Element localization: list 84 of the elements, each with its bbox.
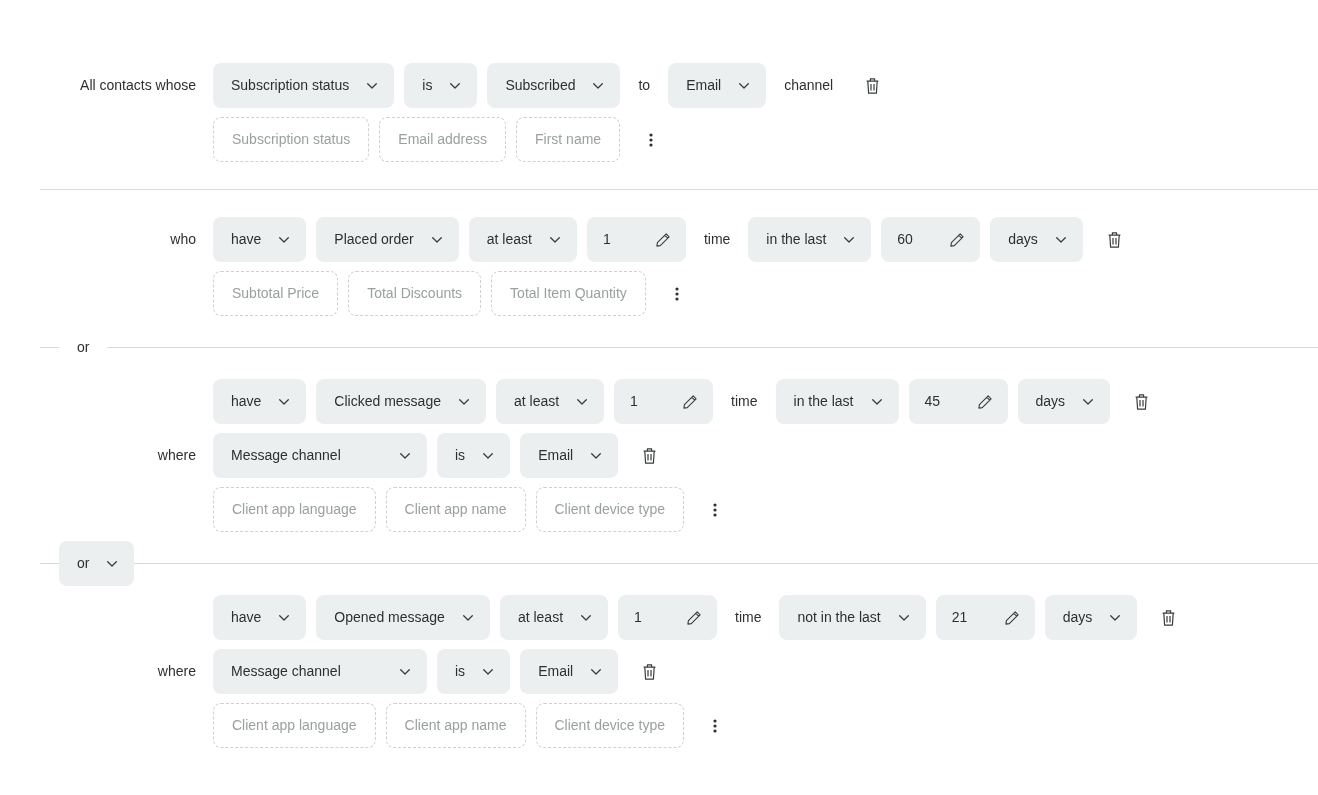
pencil-icon	[977, 394, 992, 409]
dropdown[interactable]: days	[990, 217, 1083, 262]
trash-icon[interactable]	[1135, 393, 1149, 410]
dropdown[interactable]: Email	[520, 433, 619, 478]
dropdown[interactable]: at least	[495, 379, 605, 424]
number-field[interactable]: 60	[881, 217, 981, 262]
chevron-icon	[367, 82, 378, 89]
number-field[interactable]: 45	[908, 379, 1008, 424]
more-icon[interactable]	[713, 718, 717, 733]
chevron-icon	[483, 452, 494, 459]
pencil-icon	[683, 394, 698, 409]
dropdown[interactable]: days	[1044, 595, 1138, 640]
dropdown[interactable]: is	[437, 649, 511, 694]
chevron-icon	[462, 614, 473, 621]
dropdown[interactable]: Message channel	[213, 433, 427, 478]
chevron-icon	[549, 236, 560, 243]
dropdown[interactable]: in the last	[748, 217, 872, 262]
number-field[interactable]: 21	[935, 595, 1035, 640]
dropdown[interactable]: have	[213, 379, 307, 424]
connector-label: or	[76, 338, 91, 357]
dropdown[interactable]: in the last	[775, 379, 899, 424]
condition-text: channel	[783, 76, 835, 95]
chevron-icon	[593, 82, 604, 89]
condition-text: time	[702, 230, 732, 249]
more-icon[interactable]	[674, 286, 679, 301]
condition-text: to	[637, 76, 652, 95]
chevron-icon	[431, 236, 442, 243]
dropdown[interactable]: Subscribed	[487, 63, 621, 108]
chevron-icon	[581, 614, 592, 621]
trash-icon[interactable]	[643, 663, 657, 680]
row-label: All contacts whose	[79, 76, 196, 95]
dropdown[interactable]: days	[1017, 379, 1111, 424]
chevron-icon	[739, 82, 750, 89]
trash-icon[interactable]	[1162, 609, 1176, 626]
trash-icon[interactable]	[1107, 231, 1121, 248]
dropdown[interactable]: not in the last	[779, 595, 926, 640]
connector-dropdown[interactable]: or	[59, 541, 135, 586]
chevron-icon	[458, 398, 469, 405]
pencil-icon	[687, 610, 702, 625]
condition-text: time	[734, 608, 763, 627]
dropdown[interactable]: have	[213, 217, 307, 262]
dropdown[interactable]: at least	[499, 595, 609, 640]
chevron-icon	[483, 668, 494, 675]
chevron-icon	[1055, 236, 1066, 243]
number-field[interactable]: 1	[586, 217, 686, 262]
chevron-icon	[279, 398, 290, 405]
dropdown[interactable]: Email	[520, 649, 619, 694]
condition-text: time	[730, 392, 759, 411]
more-icon[interactable]	[649, 132, 654, 147]
chevron-icon	[450, 82, 461, 89]
row-label: who	[169, 230, 196, 249]
number-field[interactable]: 1	[618, 595, 718, 640]
number-field[interactable]: 1	[614, 379, 714, 424]
chevron-icon	[591, 452, 602, 459]
chevron-icon	[400, 452, 410, 459]
dropdown[interactable]: have	[213, 595, 307, 640]
dropdown[interactable]: at least	[468, 217, 577, 262]
chevron-icon	[577, 398, 588, 405]
pencil-icon	[1004, 610, 1019, 625]
dropdown[interactable]: Opened message	[316, 595, 490, 640]
chevron-icon	[1083, 398, 1094, 405]
chevron-icon	[1110, 614, 1121, 621]
chevron-icon	[898, 614, 909, 621]
pencil-icon	[950, 232, 965, 247]
dropdown[interactable]: Clicked message	[316, 379, 486, 424]
chevron-icon	[279, 614, 290, 621]
chevron-icon	[400, 668, 410, 675]
chevron-icon	[591, 668, 602, 675]
dropdown[interactable]: Message channel	[213, 649, 427, 694]
chevron-icon	[871, 398, 882, 405]
chevron-icon	[279, 236, 290, 243]
dropdown[interactable]: Subscription status	[213, 63, 395, 108]
chevron-icon	[844, 236, 855, 243]
more-icon[interactable]	[713, 502, 717, 517]
dropdown[interactable]: Email	[668, 63, 767, 108]
chevron-icon	[107, 560, 118, 567]
dropdown[interactable]: Placed order	[316, 217, 459, 262]
pencil-icon	[655, 232, 670, 247]
trash-icon[interactable]	[643, 447, 657, 464]
trash-icon[interactable]	[866, 77, 880, 94]
row-label: where	[156, 662, 196, 681]
row-label: where	[156, 446, 196, 465]
dropdown[interactable]: is	[404, 63, 478, 108]
dropdown[interactable]: is	[437, 433, 511, 478]
